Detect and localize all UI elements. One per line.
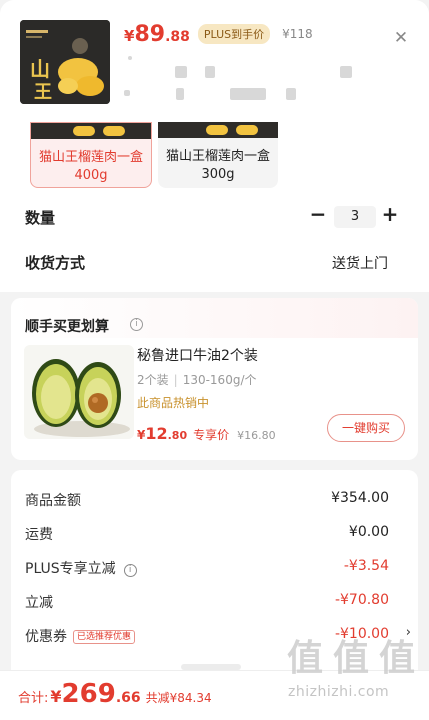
- shipping-method-value[interactable]: 送货上门: [300, 253, 388, 273]
- redacted-text: [124, 90, 130, 96]
- price-symbol: ¥: [137, 428, 146, 442]
- product-header: 山 王 ¥ 89 .88 PLUS到手价 ¥118 ✕: [0, 0, 429, 122]
- recommend-product-name[interactable]: 秘鲁进口牛油2个装: [137, 345, 258, 365]
- price-integer: 89: [134, 22, 166, 47]
- price-decimal: .80: [167, 429, 188, 442]
- summary-label: 立减: [25, 595, 53, 611]
- summary-row-subtotal: 商品金额 ¥354.00: [25, 490, 399, 512]
- recommend-price: ¥ 12 .80 专享价 ¥16.80: [137, 424, 276, 443]
- redacted-text: [205, 66, 215, 78]
- summary-row-plus-discount: PLUS专享立减 i -¥3.54: [25, 558, 399, 580]
- checkout-bar: 合计: ¥ 269 .66 共减¥84.34: [0, 670, 429, 720]
- product-thumbnail: 山 王: [20, 20, 110, 104]
- spec-image: [31, 123, 151, 139]
- summary-label: PLUS专享立减 i: [25, 558, 137, 578]
- redacted-text: [175, 66, 187, 78]
- price-symbol: ¥: [124, 27, 135, 45]
- redacted-text: [230, 88, 266, 100]
- summary-label: 优惠券 已选推荐优惠: [25, 626, 136, 646]
- redacted-text: [286, 88, 296, 100]
- summary-value: -¥10.00: [334, 626, 389, 642]
- price-decimal: .88: [165, 29, 190, 45]
- chevron-right-icon: ›: [405, 625, 411, 640]
- svg-text:山: 山: [30, 57, 50, 81]
- spec-count: 2个装: [137, 373, 169, 387]
- quantity-minus-button[interactable]: −: [308, 203, 328, 225]
- recommend-card: 顺手买更划算 i 秘鲁进口牛油2个装 2个装 | 130-160g/个 此商品热销中…: [11, 298, 418, 460]
- recommend-title: 顺手买更划算: [25, 319, 109, 335]
- redacted-text: [340, 66, 352, 78]
- spec-option-300g[interactable]: 猫山王榴莲肉一盒 300g: [158, 122, 278, 188]
- avocado-image[interactable]: [24, 345, 134, 439]
- total-price: 合计: ¥ 269 .66 共减¥84.34: [18, 679, 212, 709]
- recommend-product-spec: 2个装 | 130-160g/个: [137, 373, 257, 387]
- total-decimal: .66: [115, 690, 141, 706]
- summary-row-coupon[interactable]: 优惠券 已选推荐优惠 -¥10.00 ›: [25, 625, 411, 648]
- summary-value: -¥70.80: [334, 592, 389, 608]
- total-symbol: ¥: [50, 687, 62, 706]
- summary-value: -¥3.54: [343, 558, 389, 574]
- original-price: ¥16.80: [237, 429, 276, 442]
- spec-option-title: 猫山王榴莲肉一盒: [165, 149, 270, 164]
- price-row: ¥ 89 .88 PLUS到手价 ¥118: [124, 22, 313, 48]
- spec-weight: 130-160g/个: [182, 373, 257, 387]
- shipping-label: 收货方式: [25, 254, 86, 272]
- spec-option-400g[interactable]: 猫山王榴莲肉一盒 400g: [30, 122, 152, 188]
- price-integer: 12: [145, 424, 168, 443]
- exclusive-price-tag: 专享价: [193, 428, 230, 442]
- quantity-input[interactable]: 3: [334, 206, 376, 228]
- quantity-label: 数量: [25, 209, 56, 227]
- quantity-plus-button[interactable]: +: [380, 203, 400, 225]
- original-price: ¥118: [282, 27, 313, 41]
- summary-label: 商品金额: [25, 493, 81, 509]
- summary-label: 运费: [25, 527, 53, 543]
- spec-option-weight: 400g: [74, 168, 108, 183]
- svg-text:王: 王: [34, 82, 52, 103]
- one-click-buy-button[interactable]: 一键购买: [327, 414, 405, 442]
- total-label: 合计:: [18, 691, 49, 706]
- hot-selling-label: 此商品热销中: [137, 396, 210, 410]
- info-icon[interactable]: i: [130, 318, 143, 331]
- spec-option-weight: 300g: [201, 167, 235, 182]
- summary-value: ¥354.00: [331, 490, 389, 506]
- plus-price-badge: PLUS到手价: [197, 24, 271, 44]
- summary-value: ¥0.00: [348, 524, 389, 540]
- total-integer: 269: [61, 679, 116, 709]
- redacted-text: [176, 88, 184, 100]
- redacted-text: [128, 56, 132, 60]
- info-icon[interactable]: i: [123, 564, 137, 577]
- spec-image: [158, 122, 278, 138]
- close-icon: ✕: [393, 28, 409, 48]
- coupon-badge: 已选推荐优惠: [73, 630, 136, 644]
- spec-option-title: 猫山王榴莲肉一盒: [38, 150, 143, 165]
- summary-row-shipping: 运费 ¥0.00: [25, 524, 399, 546]
- summary-row-discount: 立减 -¥70.80: [25, 592, 399, 614]
- total-saved: 共减¥84.34: [145, 691, 212, 705]
- close-button[interactable]: ✕: [390, 27, 412, 49]
